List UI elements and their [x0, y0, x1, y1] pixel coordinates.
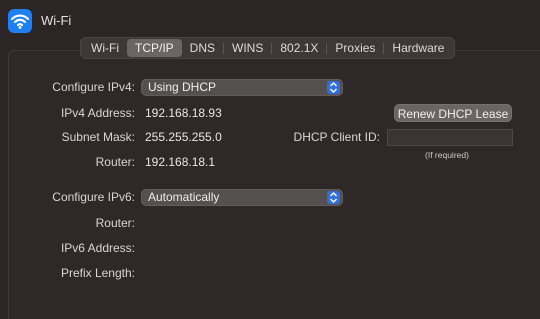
window-title: Wi-Fi	[41, 13, 72, 28]
tab-8021x[interactable]: 802.1X	[272, 39, 326, 57]
configure-ipv6-select[interactable]: Automatically	[141, 189, 343, 206]
tab-tcpip[interactable]: TCP/IP	[126, 39, 182, 57]
configure-ipv4-value: Using DHCP	[148, 80, 217, 94]
configure-ipv6-value: Automatically	[148, 190, 220, 204]
configure-ipv6-label: Configure IPv6:	[52, 190, 135, 204]
dhcp-client-id-label: DHCP Client ID:	[293, 130, 380, 144]
ipv6-address-label: IPv6 Address:	[60, 241, 135, 255]
configure-ipv4-select[interactable]: Using DHCP	[141, 79, 343, 96]
tab-wifi[interactable]: Wi-Fi	[83, 39, 127, 57]
tab-wins[interactable]: WINS	[224, 39, 271, 57]
ipv4-router-value: 192.168.18.1	[145, 155, 216, 169]
ipv4-address-label: IPv4 Address:	[60, 106, 135, 120]
tab-proxies[interactable]: Proxies	[327, 39, 383, 57]
subnet-mask-value: 255.255.255.0	[145, 130, 222, 144]
subnet-mask-label: Subnet Mask:	[61, 130, 135, 144]
renew-dhcp-button[interactable]: Renew DHCP Lease	[394, 104, 512, 122]
prefix-length-label: Prefix Length:	[60, 266, 135, 280]
ipv4-router-label: Router:	[95, 155, 135, 169]
tab-bar: Wi-Fi TCP/IP DNS WINS 802.1X Proxies Har…	[80, 37, 456, 59]
wifi-icon	[8, 9, 32, 33]
dhcp-client-id-field[interactable]	[387, 129, 513, 146]
ipv4-address-value: 192.168.18.93	[145, 106, 222, 120]
tab-hardware[interactable]: Hardware	[384, 39, 452, 57]
tab-dns[interactable]: DNS	[182, 39, 223, 57]
chevron-updown-icon	[327, 191, 340, 204]
ipv6-router-label: Router:	[95, 216, 135, 230]
chevron-updown-icon	[327, 81, 340, 94]
dhcp-client-id-hint: (If required)	[425, 150, 469, 160]
configure-ipv4-label: Configure IPv4:	[52, 80, 135, 94]
